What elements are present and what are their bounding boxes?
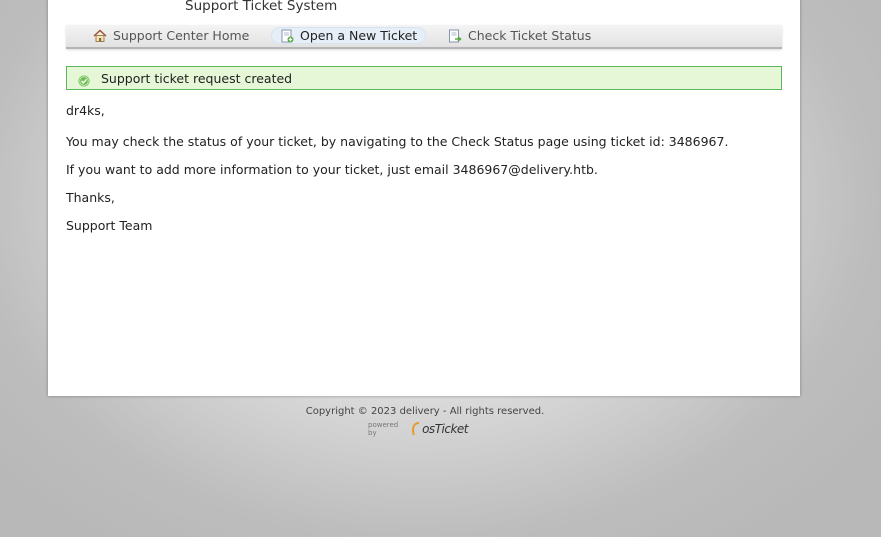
footer-copyright: Copyright © 2023 delivery - All rights r…	[305, 406, 545, 417]
success-alert: Support ticket request created	[66, 66, 782, 90]
powered-by-text: powered by	[368, 421, 399, 437]
message-status-info: You may check the status of your ticket,…	[66, 134, 729, 149]
nav-item-label: Check Ticket Status	[468, 28, 592, 43]
home-icon	[93, 28, 107, 43]
main-container: Support Ticket System Support Center Hom…	[48, 0, 800, 396]
powered-by-osticket[interactable]: powered by osTicket	[368, 420, 468, 438]
osticket-brand: osTicket	[422, 422, 468, 436]
nav-item-home[interactable]: Support Center Home	[93, 27, 249, 44]
ticket-status-icon	[448, 29, 462, 43]
nav-item-label: Support Center Home	[113, 28, 250, 43]
nav-item-label: Open a New Ticket	[300, 28, 418, 43]
check-circle-icon	[78, 72, 90, 87]
site-title: Support Ticket System	[185, 0, 338, 14]
message-email-info: If you want to add more information to y…	[66, 162, 598, 177]
nav-item-check-status[interactable]: Check Ticket Status	[448, 27, 591, 44]
message-signature: Support Team	[66, 218, 153, 233]
alert-text: Support ticket request created	[101, 70, 293, 86]
message-thanks: Thanks,	[66, 190, 115, 205]
nav-item-new-ticket[interactable]: Open a New Ticket	[271, 27, 427, 44]
new-ticket-icon	[280, 29, 294, 43]
osticket-logo: osTicket	[411, 422, 468, 436]
nav-bar: Support Center Home Open a New Ticket Ch…	[66, 25, 782, 49]
message-greeting: dr4ks,	[66, 103, 105, 118]
